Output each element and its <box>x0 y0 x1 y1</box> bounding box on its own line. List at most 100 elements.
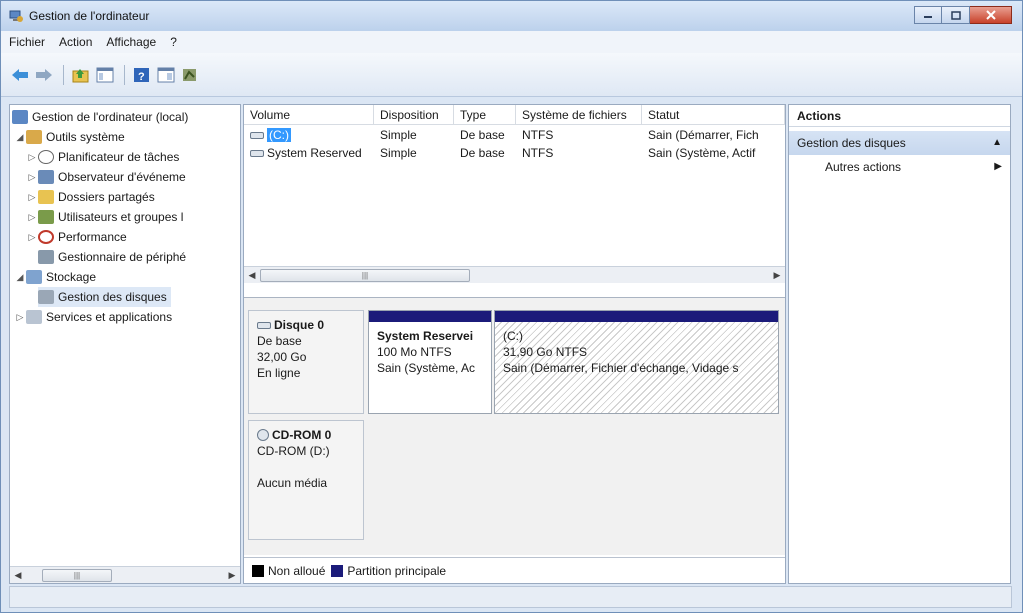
up-level-button[interactable] <box>70 64 92 86</box>
collapsed-arrow-icon[interactable]: ▷ <box>26 232 38 243</box>
menu-affichage[interactable]: Affichage <box>106 35 156 49</box>
disk-0-label[interactable]: Disque 0 De base 32,00 Go En ligne <box>248 310 364 414</box>
volume-name: (C:) <box>267 128 291 142</box>
actions-item-autres-actions[interactable]: Autres actions ▶ <box>789 155 1010 179</box>
partition-size: 31,90 Go NTFS <box>503 345 588 359</box>
partition-status: Sain (Démarrer, Fichier d'échange, Vidag… <box>503 361 739 375</box>
column-header-type[interactable]: Type <box>454 105 516 124</box>
tree-item-utilisateurs[interactable]: ▷ Utilisateurs et groupes l <box>26 207 183 227</box>
tree-item-gestion-disques[interactable]: Gestion des disques <box>38 287 171 307</box>
column-header-disposition[interactable]: Disposition <box>374 105 454 124</box>
volume-row[interactable]: (C:) Simple De base NTFS Sain (Démarrer,… <box>244 126 785 144</box>
legend: Non alloué Partition principale <box>244 557 785 583</box>
forward-button[interactable] <box>33 64 55 86</box>
collapsed-arrow-icon[interactable]: ▷ <box>26 192 38 203</box>
cdrom-0-label[interactable]: CD-ROM 0 CD-ROM (D:) Aucun média <box>248 420 364 540</box>
tree-item-planificateur[interactable]: ▷ Planificateur de tâches <box>26 147 179 167</box>
partition-name: System Reservei <box>377 329 474 343</box>
scroll-left-icon[interactable]: ◀ <box>244 268 260 283</box>
partition-status: Sain (Système, Ac <box>377 361 476 375</box>
cdrom-media: Aucun média <box>257 476 328 490</box>
expanded-arrow-icon[interactable]: ◢ <box>14 272 26 283</box>
view-button[interactable] <box>155 64 177 86</box>
forward-arrow-icon <box>36 68 52 81</box>
drive-icon <box>250 150 264 158</box>
tree-label: Dossiers partagés <box>58 190 155 204</box>
menu-fichier[interactable]: Fichier <box>9 35 45 49</box>
maximize-button[interactable] <box>942 6 970 24</box>
tree-label: Performance <box>58 230 127 244</box>
services-icon <box>26 310 42 324</box>
minimize-button[interactable] <box>914 6 942 24</box>
scroll-right-icon[interactable]: ▶ <box>224 568 240 583</box>
disk-management-icon <box>38 290 54 304</box>
actions-section-gestion-disques[interactable]: Gestion des disques ▲ <box>789 131 1010 155</box>
tree-item-outils-systeme[interactable]: ◢ Outils système <box>14 127 125 147</box>
close-button[interactable] <box>970 6 1012 24</box>
tree-label: Gestionnaire de périphé <box>58 250 187 264</box>
tree-item-root[interactable]: Gestion de l'ordinateur (local) <box>12 107 188 127</box>
tree-item-observateur[interactable]: ▷ Observateur d'événeme <box>26 167 186 187</box>
collapsed-arrow-icon[interactable]: ▷ <box>26 212 38 223</box>
column-header-volume[interactable]: Volume <box>244 105 374 124</box>
cdrom-title: CD-ROM 0 <box>257 427 355 443</box>
tree-item-stockage[interactable]: ◢ Stockage <box>14 267 96 287</box>
storage-icon <box>26 270 42 284</box>
clock-icon <box>38 150 54 164</box>
disposition-cell: Simple <box>380 128 417 142</box>
title-bar[interactable]: Gestion de l'ordinateur <box>1 1 1022 31</box>
partition-bar <box>495 311 778 322</box>
partition-bar <box>369 311 491 322</box>
tree-label: Gestion de l'ordinateur (local) <box>32 110 189 124</box>
column-header-statut[interactable]: Statut <box>642 105 785 124</box>
tree-horizontal-scrollbar[interactable]: ◀ ||| ▶ <box>10 566 240 583</box>
scroll-left-icon[interactable]: ◀ <box>10 568 26 583</box>
scroll-right-icon[interactable]: ▶ <box>769 268 785 283</box>
legend-unallocated: Non alloué <box>268 563 326 578</box>
tree-item-gestionnaire[interactable]: Gestionnaire de périphé <box>38 247 186 267</box>
legend-primary: Partition principale <box>347 563 447 578</box>
volume-horizontal-scrollbar[interactable]: ◀ ||| ▶ <box>244 266 785 283</box>
menu-help[interactable]: ? <box>170 35 177 49</box>
collapsed-arrow-icon[interactable]: ▷ <box>26 172 38 183</box>
back-button[interactable] <box>9 64 31 86</box>
scrollbar-thumb[interactable]: ||| <box>42 568 112 582</box>
drive-icon <box>250 132 264 140</box>
collapsed-arrow-icon[interactable]: ▷ <box>14 312 26 323</box>
disk-management-pane: Volume Disposition Type Système de fichi… <box>243 104 786 584</box>
scrollbar-thumb[interactable]: ||| <box>260 268 470 282</box>
tree-item-dossiers-partages[interactable]: ▷ Dossiers partagés <box>26 187 155 207</box>
window-title: Gestion de l'ordinateur <box>29 9 150 23</box>
help-button[interactable]: ? <box>131 64 153 86</box>
collapsed-arrow-icon[interactable]: ▷ <box>26 152 38 163</box>
cdrom-icon <box>257 429 269 441</box>
properties-button[interactable] <box>179 64 201 86</box>
primary-partition-swatch <box>331 564 344 577</box>
column-header-filesystem[interactable]: Système de fichiers <box>516 105 642 124</box>
view-icon <box>157 67 175 82</box>
show-tree-button[interactable] <box>94 64 116 86</box>
tree-label: Outils système <box>46 130 125 144</box>
tree-label: Gestion des disques <box>58 290 167 304</box>
shared-folder-icon <box>38 190 54 204</box>
actions-pane: Actions Gestion des disques ▲ Autres act… <box>788 104 1011 584</box>
users-icon <box>38 210 54 224</box>
toolbar-separator <box>124 64 125 85</box>
volume-row[interactable]: System Reserved Simple De base NTFS Sain… <box>244 144 785 162</box>
folder-up-icon <box>72 68 89 82</box>
tree-item-performance[interactable]: ▷ Performance <box>26 227 127 247</box>
partition-name: (C:) <box>503 329 523 343</box>
maximize-icon <box>950 10 961 20</box>
expanded-arrow-icon[interactable]: ◢ <box>14 132 26 143</box>
tree-item-services[interactable]: ▷ Services et applications <box>14 307 172 327</box>
partition-size: 100 Mo NTFS <box>377 345 452 359</box>
partition-system-reserved[interactable]: System Reservei 100 Mo NTFS Sain (Systèm… <box>368 310 492 414</box>
status-bar <box>9 586 1012 608</box>
performance-icon <box>38 230 54 244</box>
minimize-icon <box>924 16 932 18</box>
partition-body: System Reservei 100 Mo NTFS Sain (Systèm… <box>369 322 491 382</box>
close-icon <box>985 10 996 20</box>
collapse-up-icon[interactable]: ▲ <box>992 131 1002 155</box>
partition-c[interactable]: (C:) 31,90 Go NTFS Sain (Démarrer, Fichi… <box>494 310 779 414</box>
menu-action[interactable]: Action <box>59 35 92 49</box>
